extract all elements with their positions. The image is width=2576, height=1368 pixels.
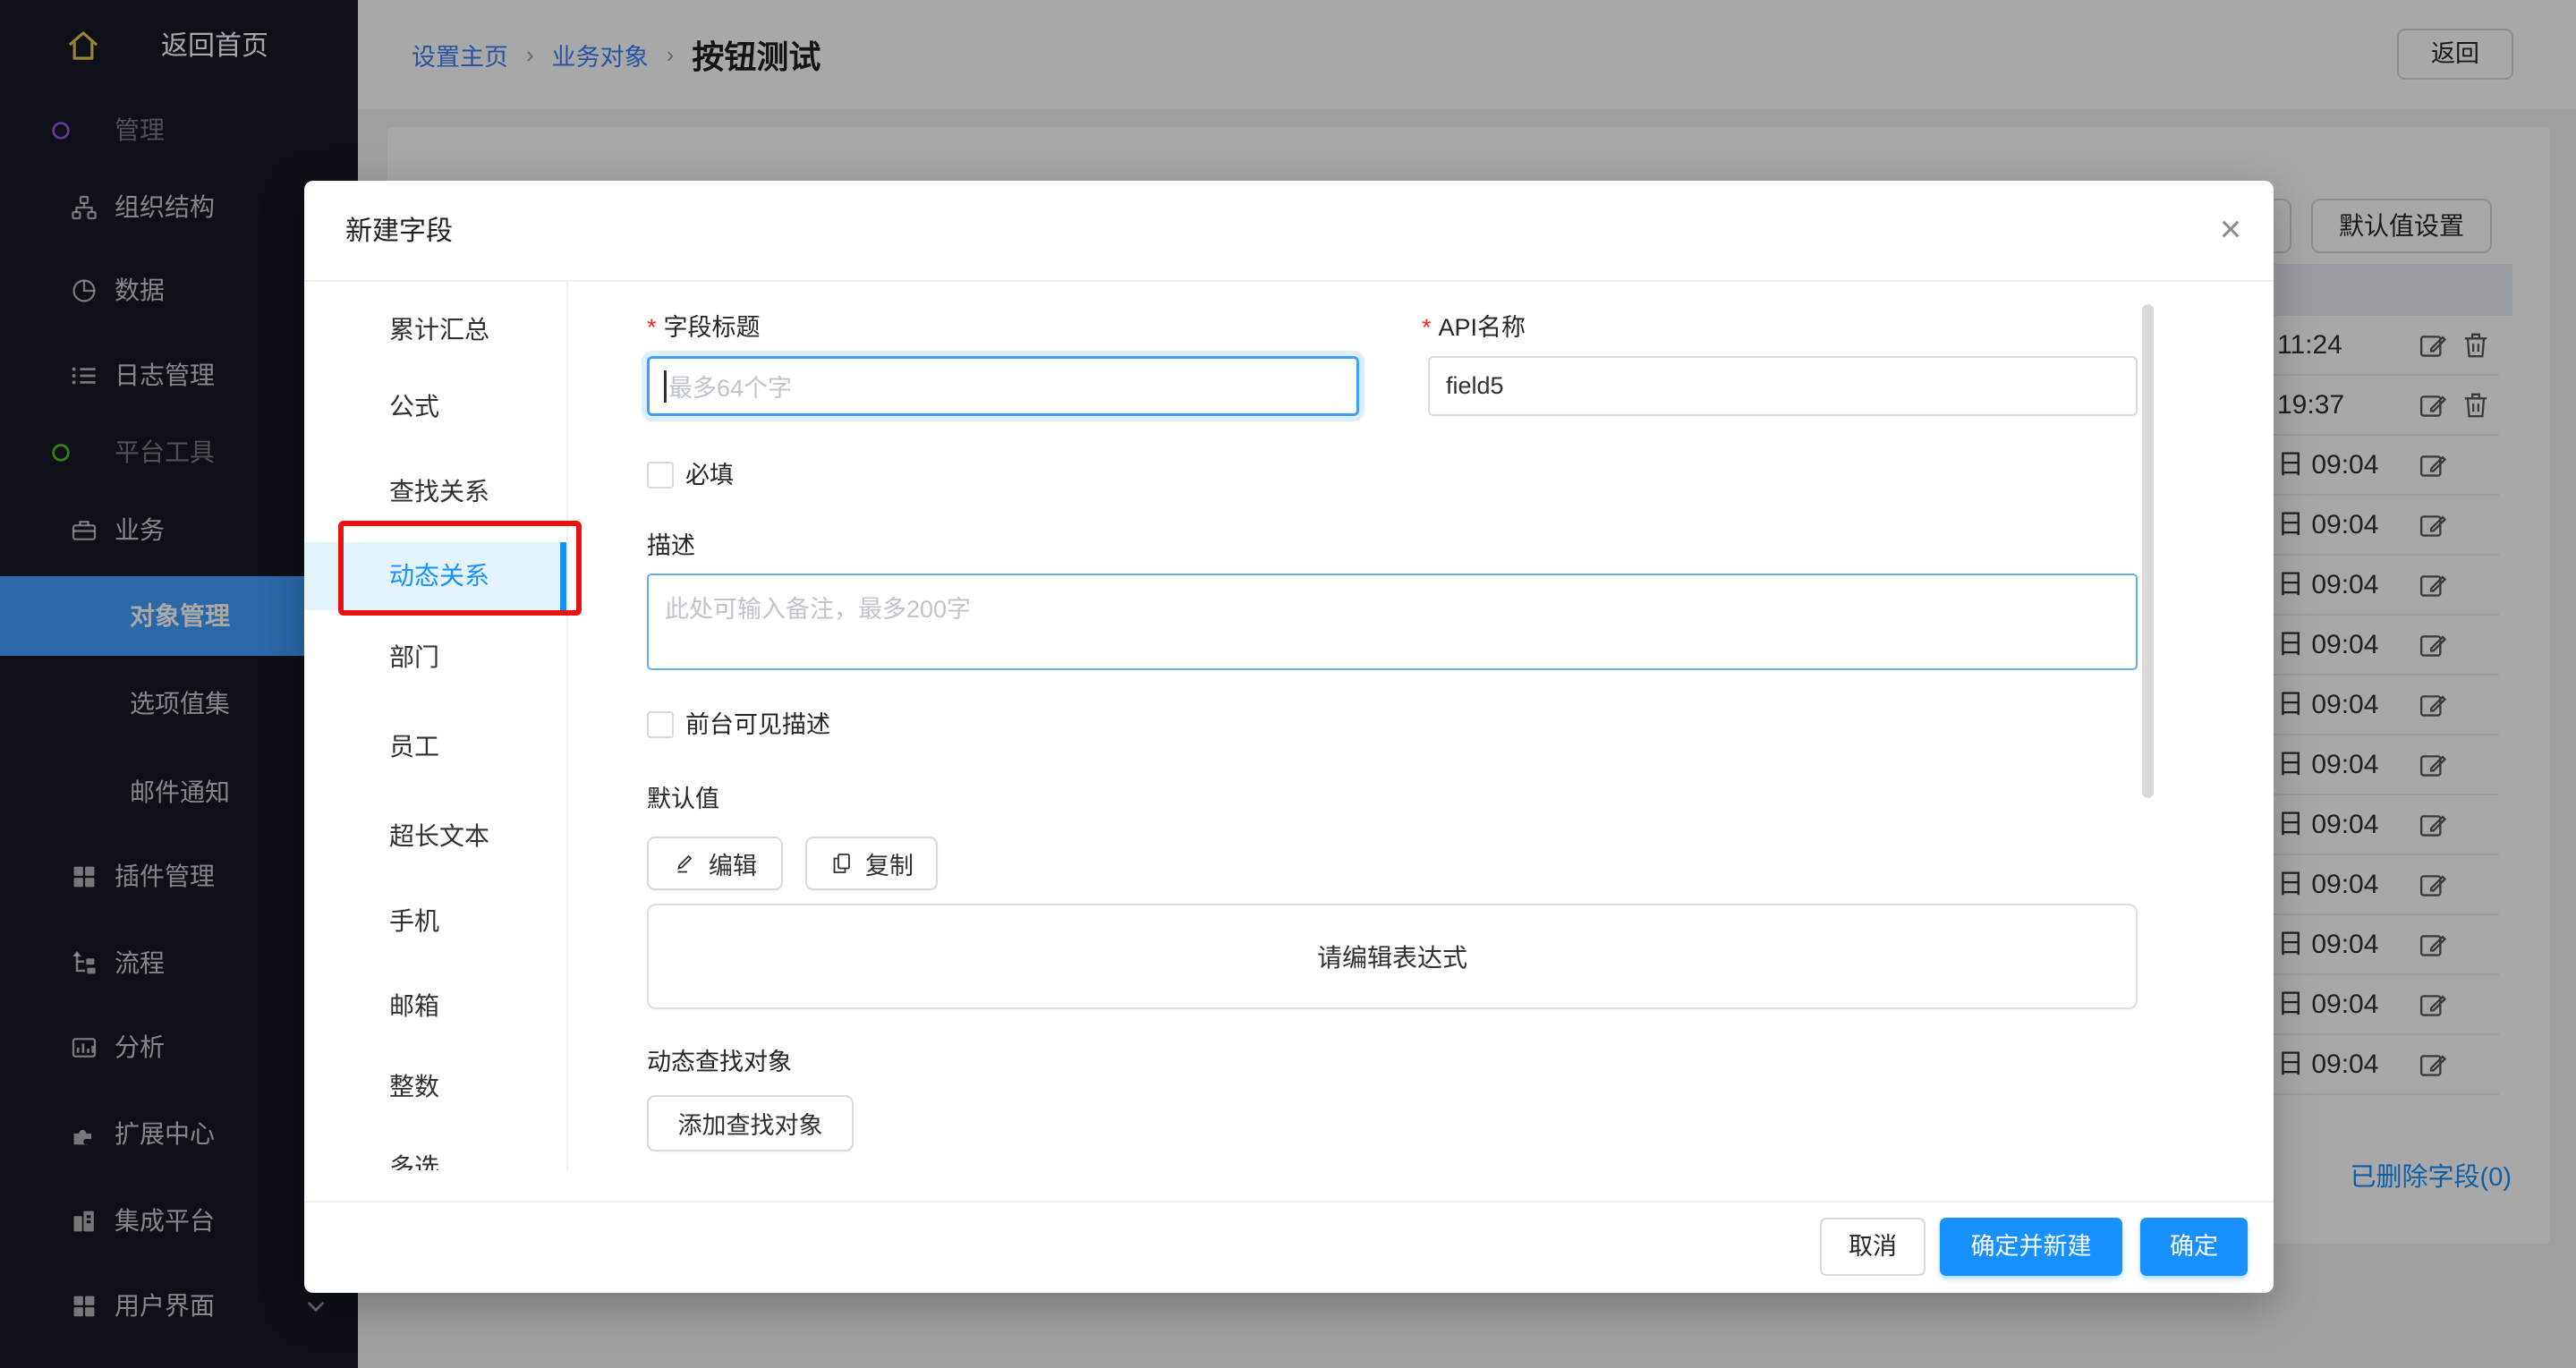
tab-youxiang[interactable]: 邮箱 [304, 973, 566, 1041]
tab-zhengshu[interactable]: 整数 [304, 1053, 566, 1121]
pencil-icon [673, 851, 698, 876]
required-checkbox[interactable] [647, 462, 674, 489]
close-icon[interactable]: × [2208, 208, 2253, 252]
expression-placeholder: 请编辑表达式 [1317, 939, 1467, 974]
add-lookup-object-button[interactable]: 添加查找对象 [647, 1095, 854, 1151]
edit-expression-button[interactable]: 编辑 [647, 837, 783, 890]
field-title-input[interactable]: 最多64个字 [647, 356, 1359, 416]
description-textarea[interactable]: 此处可输入备注，最多200字 [647, 574, 2138, 670]
copy-icon [829, 851, 854, 876]
tab-bumen[interactable]: 部门 [304, 624, 566, 692]
tab-leijihuizong[interactable]: 累计汇总 [304, 296, 566, 364]
api-name-label: *API名称 [1422, 311, 1526, 344]
confirm-button[interactable]: 确定 [2140, 1218, 2248, 1276]
required-checkbox-label[interactable]: 必填 [685, 460, 734, 490]
modal-footer-divider [304, 1201, 2274, 1202]
modal-header-divider [304, 280, 2274, 282]
text-caret [664, 370, 667, 403]
modal-scrollbar-thumb[interactable] [2142, 304, 2154, 798]
copy-expression-button[interactable]: 复制 [805, 837, 938, 890]
api-name-input[interactable]: field5 [1428, 356, 2138, 416]
modal-title: 新建字段 [345, 181, 453, 282]
tab-yuangong[interactable]: 员工 [304, 713, 566, 781]
tab-dongtaiguanxi-active[interactable]: 动态关系 [304, 542, 566, 610]
tab-chaochangwenben[interactable]: 超长文本 [304, 803, 566, 871]
new-field-modal: 新建字段 × 累计汇总 公式 查找关系 动态关系 部门 员工 超长文本 手机 邮… [304, 181, 2274, 1293]
front-visible-checkbox-label[interactable]: 前台可见描述 [685, 709, 830, 740]
expression-editor-box[interactable]: 请编辑表达式 [647, 904, 2138, 1009]
tab-zhaozhaoguanxi[interactable]: 查找关系 [304, 458, 566, 526]
required-mark: * [1422, 314, 1432, 341]
field-title-placeholder: 最多64个字 [668, 369, 792, 404]
description-placeholder: 此处可输入备注，最多200字 [665, 596, 971, 623]
confirm-and-new-button[interactable]: 确定并新建 [1940, 1218, 2122, 1276]
front-visible-checkbox[interactable] [647, 711, 674, 738]
dynamic-lookup-label: 动态查找对象 [647, 1046, 792, 1078]
description-label: 描述 [647, 530, 695, 562]
tab-shouji[interactable]: 手机 [304, 888, 566, 956]
cancel-button[interactable]: 取消 [1820, 1218, 1926, 1276]
tab-duoxuan-partial[interactable]: 多选 [304, 1134, 566, 1170]
field-title-label: *字段标题 [647, 311, 761, 344]
tab-gongshi[interactable]: 公式 [304, 373, 566, 441]
field-type-tab-list: 累计汇总 公式 查找关系 动态关系 部门 员工 超长文本 手机 邮箱 整数 多选 [304, 282, 568, 1170]
required-mark: * [647, 314, 657, 341]
default-value-label: 默认值 [647, 783, 719, 815]
